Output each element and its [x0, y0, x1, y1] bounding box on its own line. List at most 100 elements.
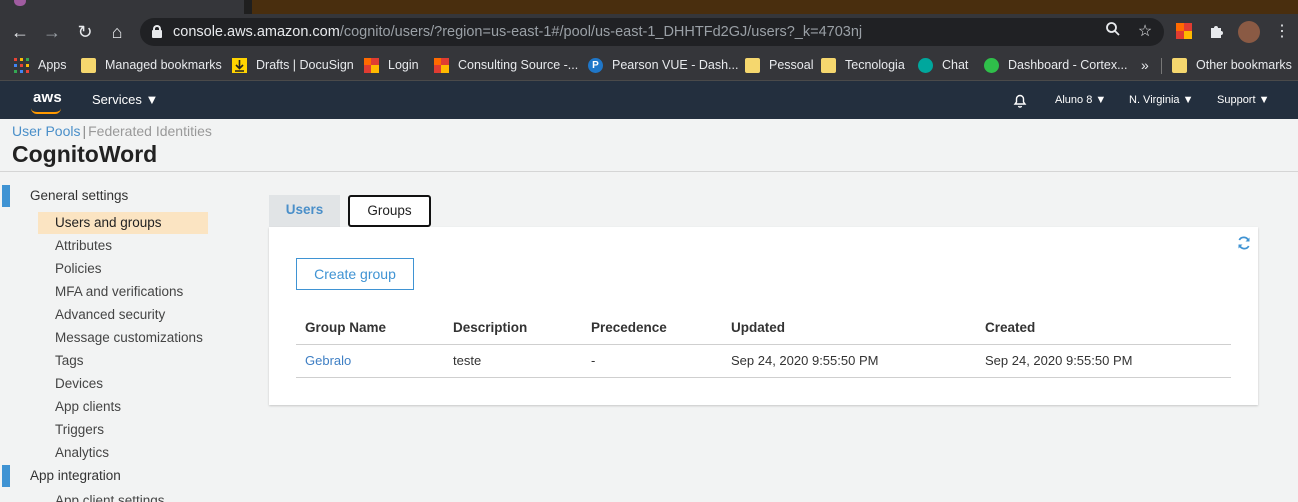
url-text: console.aws.amazon.com/cognito/users/?re…	[173, 24, 862, 40]
services-label: Services	[92, 92, 142, 107]
bookmark-label: Other bookmarks	[1196, 58, 1292, 72]
kebab-menu-icon[interactable]: ⋮	[1270, 20, 1294, 44]
support-menu[interactable]: Support ▼	[1217, 94, 1269, 106]
column-header-group-name[interactable]: Group Name	[305, 320, 386, 335]
user-pools-link[interactable]: User Pools	[12, 123, 80, 139]
sidebar-item-message-customizations[interactable]: Message customizations	[38, 327, 208, 349]
pearson-icon: P	[588, 57, 603, 73]
sidebar-item-app-client-settings[interactable]: App client settings	[38, 490, 208, 502]
column-header-updated[interactable]: Updated	[731, 320, 785, 335]
bookmark-login[interactable]: Login	[364, 55, 419, 75]
bookmark-tecnologia[interactable]: Tecnologia	[821, 55, 905, 75]
profile-avatar-icon[interactable]	[1238, 21, 1260, 43]
create-group-button[interactable]: Create group	[296, 258, 414, 290]
forward-arrow-icon[interactable]: →	[40, 20, 64, 44]
sidebar-item-advanced-security[interactable]: Advanced security	[38, 304, 208, 326]
sidebar-item-app-clients[interactable]: App clients	[38, 396, 208, 418]
region-menu[interactable]: N. Virginia ▼	[1129, 94, 1194, 106]
sidebar-item-analytics[interactable]: Analytics	[38, 442, 208, 464]
browser-tab-inactive[interactable]	[252, 0, 1298, 14]
bookmark-pessoal[interactable]: Pessoal	[745, 55, 813, 75]
bell-icon[interactable]	[1011, 91, 1029, 109]
bookmarks-bar: Apps Managed bookmarks Drafts | DocuSign…	[0, 50, 1298, 81]
bookmark-managed[interactable]: Managed bookmarks	[81, 55, 222, 75]
group-precedence: -	[591, 353, 596, 368]
sidebar-item-users-and-groups[interactable]: Users and groups	[38, 212, 208, 234]
chat-icon	[918, 57, 933, 73]
services-menu[interactable]: Services ▼	[92, 92, 158, 107]
sidebar-section-label: General settings	[30, 188, 129, 203]
sidebar-item-devices[interactable]: Devices	[38, 373, 208, 395]
bookmark-label: Pearson VUE - Dash...	[612, 58, 739, 72]
bookmark-label: Dashboard - Cortex...	[1008, 58, 1128, 72]
bookmarks-overflow-button[interactable]: »	[1141, 55, 1149, 75]
bookmark-label: Managed bookmarks	[105, 58, 222, 72]
page-title: CognitoWord	[12, 141, 158, 167]
account-menu[interactable]: Aluno 8 ▼	[1055, 94, 1106, 106]
support-label: Support	[1217, 94, 1256, 106]
refresh-icon[interactable]	[1236, 235, 1252, 251]
caret-down-icon: ▼	[1095, 94, 1107, 106]
tab-favicon-icon	[14, 0, 26, 6]
groups-panel: Create group Group Name Description Prec…	[269, 227, 1258, 405]
group-updated: Sep 24, 2020 9:55:50 PM	[731, 353, 879, 368]
sidebar-item-triggers[interactable]: Triggers	[38, 419, 208, 441]
bookmark-pearson[interactable]: P Pearson VUE - Dash...	[588, 55, 738, 75]
section-marker	[2, 185, 10, 207]
bookmark-label: Drafts | DocuSign	[256, 58, 354, 72]
office-extension-icon[interactable]	[1175, 22, 1195, 42]
browser-tab-active[interactable]	[0, 0, 244, 14]
folder-icon	[1172, 57, 1187, 73]
bookmark-docusign[interactable]: Drafts | DocuSign	[232, 55, 354, 75]
sidebar-item-policies[interactable]: Policies	[38, 258, 208, 280]
office-icon	[364, 57, 379, 73]
federated-identities-link[interactable]: Federated Identities	[88, 123, 212, 139]
table-header-divider	[296, 344, 1231, 345]
url-host: console.aws.amazon.com	[173, 24, 340, 40]
bookmark-label: Pessoal	[769, 58, 814, 72]
region-label: N. Virginia	[1129, 94, 1180, 106]
tab-users[interactable]: Users	[269, 195, 340, 227]
sidebar-item-mfa[interactable]: MFA and verifications	[38, 281, 208, 303]
puzzle-extensions-icon[interactable]	[1208, 22, 1228, 42]
group-description: teste	[453, 353, 482, 368]
group-name-link[interactable]: Gebralo	[305, 353, 351, 368]
docusign-icon	[232, 57, 247, 73]
bookmark-other[interactable]: Other bookmarks	[1172, 55, 1292, 75]
group-created: Sep 24, 2020 9:55:50 PM	[985, 353, 1133, 368]
address-bar[interactable]: console.aws.amazon.com/cognito/users/?re…	[140, 18, 1164, 46]
url-path: /cognito/users/?region=us-east-1#/pool/u…	[339, 24, 863, 40]
browser-tab-strip	[0, 0, 1298, 14]
bookmark-chat[interactable]: Chat	[918, 55, 968, 75]
column-header-precedence[interactable]: Precedence	[591, 320, 667, 335]
home-icon[interactable]: ⌂	[105, 20, 129, 44]
sidebar-section-label: App integration	[30, 468, 121, 483]
tab-groups[interactable]: Groups	[348, 195, 431, 227]
aws-smile-logo	[31, 108, 61, 114]
bookmark-label: Chat	[942, 58, 969, 72]
back-arrow-icon[interactable]: ←	[8, 20, 32, 44]
folder-icon	[81, 57, 96, 73]
caret-down-icon: ▼	[1182, 94, 1194, 106]
star-icon[interactable]: ☆	[1134, 21, 1156, 43]
bookmark-apps[interactable]: Apps	[14, 55, 67, 75]
column-header-created[interactable]: Created	[985, 320, 1035, 335]
office-icon	[434, 57, 449, 73]
reload-icon[interactable]: ↻	[73, 20, 97, 44]
bookmark-consulting[interactable]: Consulting Source -...	[434, 55, 578, 75]
zoom-search-icon[interactable]	[1102, 21, 1124, 43]
caret-down-icon: ▼	[145, 92, 159, 107]
bookmark-label: Consulting Source -...	[458, 58, 579, 72]
aws-logo[interactable]: aws	[33, 89, 62, 106]
caret-down-icon: ▼	[1258, 94, 1270, 106]
folder-icon	[745, 57, 760, 73]
bookmark-label: Apps	[38, 58, 67, 72]
sidebar-item-attributes[interactable]: Attributes	[38, 235, 208, 257]
header-divider	[0, 171, 1298, 172]
column-header-description[interactable]: Description	[453, 320, 527, 335]
lock-icon	[152, 25, 162, 38]
bookmark-cortex[interactable]: Dashboard - Cortex...	[984, 55, 1128, 75]
breadcrumb: User Pools | Federated Identities	[12, 123, 212, 139]
table-row-divider	[296, 377, 1231, 378]
sidebar-item-tags[interactable]: Tags	[38, 350, 208, 372]
